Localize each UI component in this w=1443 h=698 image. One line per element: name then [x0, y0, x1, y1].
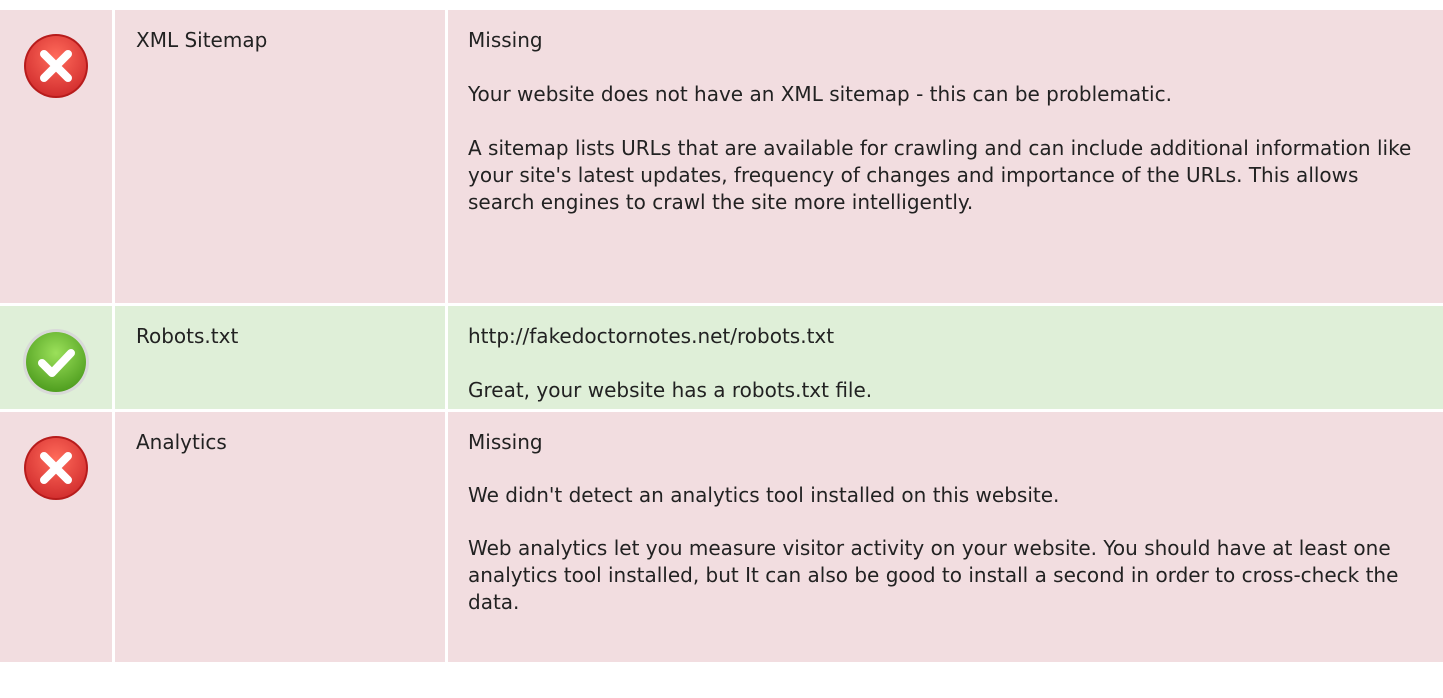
error-x-icon	[24, 436, 88, 500]
success-check-icon	[23, 329, 89, 395]
row-paragraph: We didn't detect an analytics tool insta…	[468, 483, 1060, 507]
row-paragraph: Great, your website has a robots.txt fil…	[468, 378, 873, 402]
audit-row-robots-txt: Robots.txt http://fakedoctornotes.net/ro…	[0, 306, 1443, 409]
row-details: http://fakedoctornotes.net/robots.txt Gr…	[448, 306, 1443, 409]
row-label: XML Sitemap	[115, 10, 445, 303]
audit-row-analytics: Analytics Missing We didn't detect an an…	[0, 412, 1443, 662]
row-value: Missing	[468, 28, 543, 52]
audit-results-table: XML Sitemap Missing Your website does no…	[0, 10, 1443, 665]
row-paragraph: Your website does not have an XML sitema…	[468, 82, 1172, 106]
row-value: http://fakedoctornotes.net/robots.txt	[468, 324, 835, 348]
row-paragraph: A sitemap lists URLs that are available …	[468, 136, 1412, 214]
row-details: Missing Your website does not have an XM…	[448, 10, 1443, 303]
status-icon-cell	[0, 306, 112, 409]
row-value: Missing	[468, 430, 543, 454]
status-icon-cell	[0, 10, 112, 303]
row-paragraph: Web analytics let you measure visitor ac…	[468, 536, 1399, 614]
row-label: Robots.txt	[115, 306, 445, 409]
audit-row-xml-sitemap: XML Sitemap Missing Your website does no…	[0, 10, 1443, 303]
status-icon-cell	[0, 412, 112, 662]
row-label: Analytics	[115, 412, 445, 662]
error-x-icon	[24, 34, 88, 98]
row-details: Missing We didn't detect an analytics to…	[448, 412, 1443, 662]
